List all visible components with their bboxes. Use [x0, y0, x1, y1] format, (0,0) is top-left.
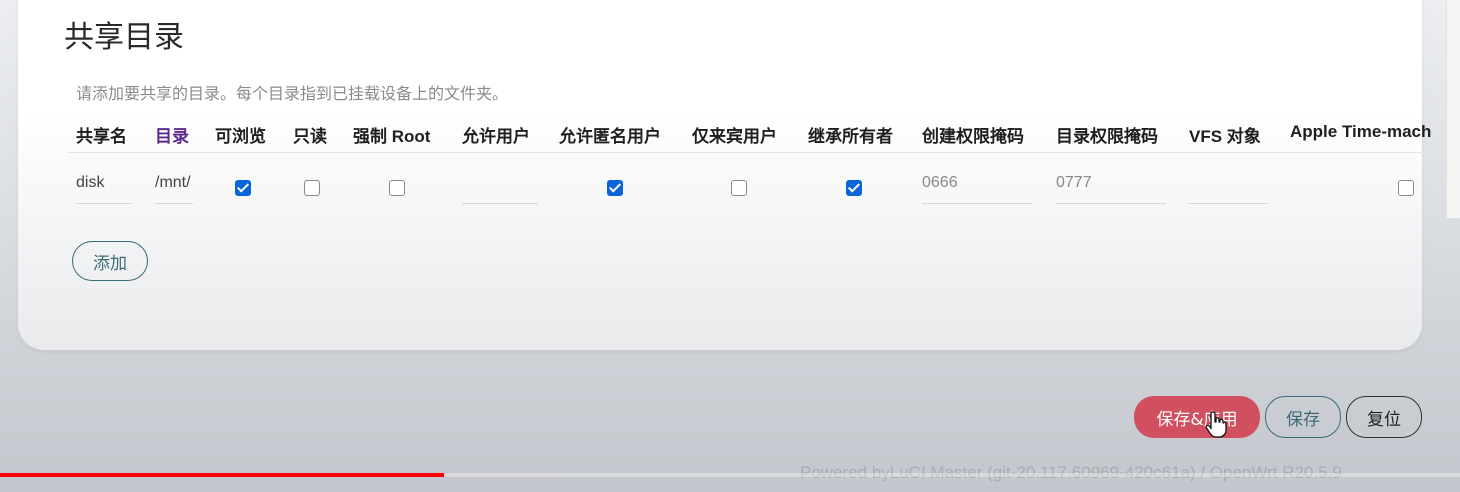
share-name-input[interactable]: disk — [76, 174, 132, 192]
header-force-root: 强制 Root — [353, 127, 431, 146]
create-mask-input[interactable]: 0666 — [922, 174, 1032, 192]
header-browseable: 可浏览 — [215, 127, 266, 146]
header-directory[interactable]: 目录 — [155, 122, 189, 147]
share-path-underline — [155, 203, 193, 204]
header-create-mask: 创建权限掩码 — [922, 127, 1024, 146]
section-description: 请添加要共享的目录。每个目录指到已挂载设备上的文件夹。 — [76, 84, 509, 103]
save-apply-button[interactable]: 保存&应用 — [1134, 396, 1260, 438]
header-guest-only: 仅来宾用户 — [692, 127, 777, 146]
reset-button[interactable]: 复位 — [1346, 396, 1422, 438]
shares-panel — [18, 0, 1422, 350]
share-name-underline — [76, 203, 132, 204]
header-allowed-users: 允许用户 — [462, 127, 530, 146]
save-button[interactable]: 保存 — [1265, 396, 1341, 438]
video-progress-played — [0, 473, 444, 477]
guest-only-checkbox[interactable] — [731, 180, 747, 196]
header-guest-ok: 允许匿名用户 — [559, 127, 661, 146]
timemachine-checkbox[interactable] — [1398, 180, 1414, 196]
vfs-objects-underline — [1189, 203, 1267, 204]
header-inherit-owner: 继承所有者 — [808, 127, 893, 146]
create-mask-underline — [922, 203, 1032, 204]
add-button[interactable]: 添加 — [72, 241, 148, 281]
guest-ok-checkbox[interactable] — [607, 180, 623, 196]
header-timemachine: Apple Time-mach — [1290, 122, 1432, 141]
section-title: 共享目录 — [64, 20, 184, 55]
table-overflow-edge — [1446, 0, 1460, 218]
header-share-name: 共享名 — [76, 127, 127, 146]
header-read-only: 只读 — [293, 127, 327, 146]
header-vfs-objects: VFS 对象 — [1189, 127, 1261, 146]
inherit-owner-checkbox[interactable] — [846, 180, 862, 196]
hand-cursor-icon — [1205, 411, 1227, 438]
allowed-users-underline — [462, 203, 538, 204]
read-only-checkbox[interactable] — [304, 180, 320, 196]
dir-mask-underline — [1056, 203, 1166, 204]
share-path-input[interactable]: /mnt/ — [155, 174, 193, 192]
dir-mask-input[interactable]: 0777 — [1056, 174, 1166, 192]
force-root-checkbox[interactable] — [389, 180, 405, 196]
header-divider — [68, 152, 1448, 153]
browseable-checkbox[interactable] — [235, 180, 251, 196]
header-dir-mask: 目录权限掩码 — [1056, 127, 1158, 146]
